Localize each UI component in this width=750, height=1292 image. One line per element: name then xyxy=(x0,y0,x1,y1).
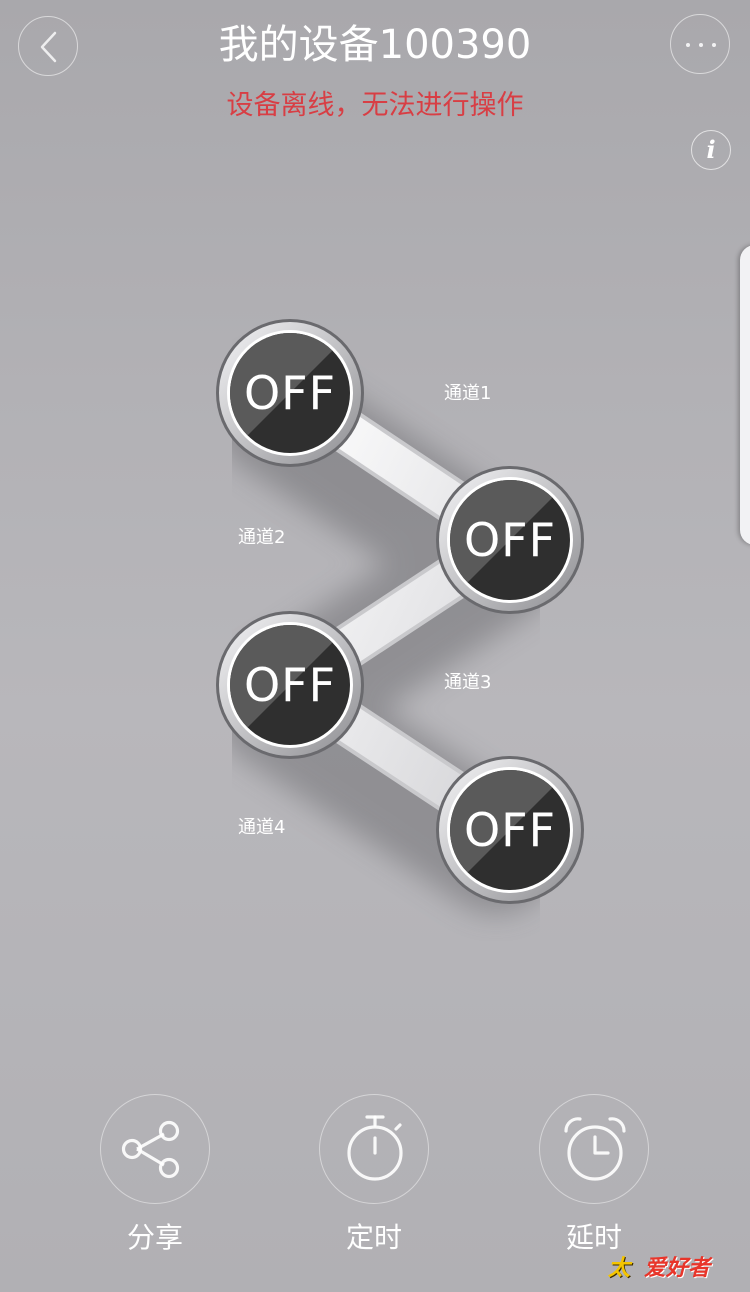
switch-state-text: OFF xyxy=(243,658,337,712)
timer-button[interactable] xyxy=(319,1094,429,1204)
channel-label-4: 通道4 xyxy=(238,817,286,838)
switch-state-text: OFF xyxy=(463,803,557,857)
share-label: 分享 xyxy=(126,1221,183,1254)
switch-state-text: OFF xyxy=(243,366,337,420)
channel-3-switch[interactable]: OFF xyxy=(216,611,364,759)
channel-label-3: 通道3 xyxy=(444,672,492,693)
switch-state-text: OFF xyxy=(463,513,557,567)
channel-label-1: 通道1 xyxy=(444,383,492,404)
timer-label: 定时 xyxy=(345,1221,402,1254)
channel-4-switch[interactable]: OFF xyxy=(436,756,584,904)
channel-1-switch[interactable]: OFF xyxy=(216,319,364,467)
delay-button[interactable] xyxy=(539,1094,649,1204)
stopwatch-icon xyxy=(347,1115,403,1181)
delay-label: 延时 xyxy=(565,1221,622,1254)
watermark-text-primary: 太 xyxy=(608,1256,631,1281)
watermark-text-secondary: 爱好者 xyxy=(644,1256,711,1281)
alarm-clock-icon xyxy=(564,1117,626,1181)
share-icon xyxy=(121,1120,180,1179)
share-button[interactable] xyxy=(100,1094,210,1204)
watermark-logo: 太 爱好者 xyxy=(606,1252,732,1286)
channel-label-2: 通道2 xyxy=(238,527,286,548)
channel-2-switch[interactable]: OFF xyxy=(436,466,584,614)
